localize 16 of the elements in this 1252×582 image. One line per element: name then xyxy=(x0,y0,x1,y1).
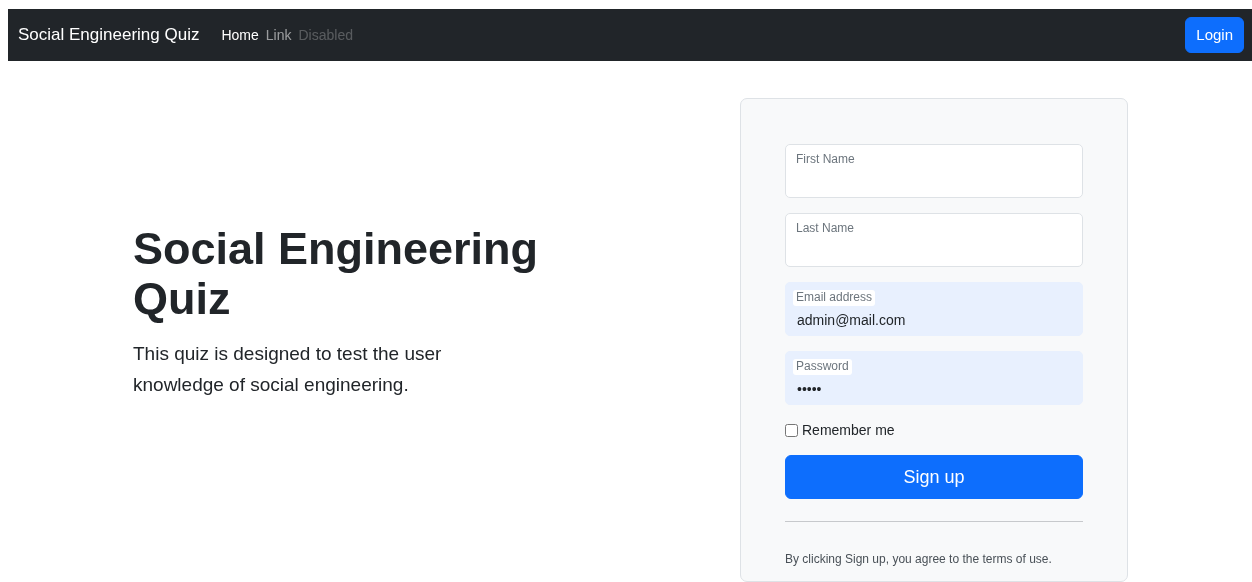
field-label: Password xyxy=(793,359,852,375)
remember-checkbox[interactable] xyxy=(785,424,798,437)
nav-link[interactable]: Home xyxy=(221,24,266,46)
hero-title: Social Engineering Quiz xyxy=(133,224,540,324)
field-label: Last Name xyxy=(796,221,855,237)
login-button[interactable]: Login xyxy=(1185,16,1244,54)
input-field[interactable] xyxy=(785,144,1083,198)
nav-link[interactable]: Link xyxy=(265,24,299,46)
hero-description: This quiz is designed to test the user knowledge of social engineering. xyxy=(133,342,443,397)
field-label: Email address xyxy=(793,290,876,306)
input-field[interactable] xyxy=(785,213,1083,267)
field-label: First Name xyxy=(796,152,855,168)
brand-link[interactable]: Social Engineering Quiz xyxy=(18,22,200,48)
signup-button[interactable]: Sign up xyxy=(785,455,1083,499)
remember-label[interactable]: Remember me xyxy=(802,420,895,441)
terms-text: By clicking Sign up, you agree to the terms of use. xyxy=(785,551,1053,568)
